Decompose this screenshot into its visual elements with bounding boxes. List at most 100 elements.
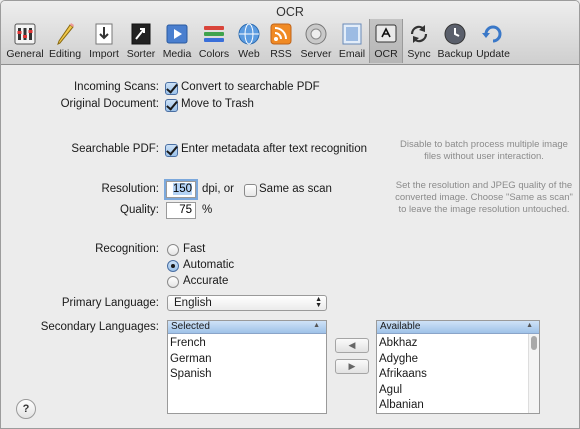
searchable-pdf-help-text: Disable to batch process multiple image … [400, 139, 568, 162]
selected-list-header[interactable]: Selected ▲ [168, 321, 326, 334]
toolbar-import[interactable]: Import [85, 19, 123, 63]
sync-icon [410, 25, 428, 43]
toolbar-colors[interactable]: Colors [195, 19, 233, 63]
list-item[interactable]: Afrikaans [377, 367, 539, 383]
recognition-accurate-label[interactable]: Accurate [183, 275, 228, 287]
toolbar-web[interactable]: Web [233, 19, 265, 63]
arrow-right-icon: ▶ [348, 361, 356, 371]
toolbar-general[interactable]: General [5, 19, 45, 63]
quality-field[interactable]: 75 [166, 202, 196, 219]
colors-icon [204, 26, 224, 42]
toolbar-label: Server [300, 48, 332, 60]
move-to-trash-label[interactable]: Move to Trash [181, 98, 254, 110]
toolbar-sorter[interactable]: Sorter [123, 19, 159, 63]
preferences-toolbar: General Editing Import Sorter Media Colo… [5, 19, 511, 63]
toolbar-rss[interactable]: RSS [265, 19, 297, 63]
available-list-header[interactable]: Available ▲ [377, 321, 539, 334]
move-to-trash-checkbox[interactable] [165, 99, 178, 112]
toolbar-label: Email [338, 48, 366, 60]
incoming-scans-label: Incoming Scans: [73, 81, 159, 93]
toolbar-label: Sorter [126, 48, 156, 60]
question-mark-icon: ? [22, 403, 30, 415]
original-document-label: Original Document: [60, 98, 159, 110]
toolbar-media[interactable]: Media [159, 19, 195, 63]
primary-language-value: English [174, 297, 212, 309]
general-icon [14, 23, 36, 45]
recognition-label: Recognition: [95, 243, 159, 255]
resolution-help-text: Set the resolution and JPEG quality of t… [395, 180, 573, 215]
ocr-icon [375, 24, 397, 43]
toolbar-email[interactable]: Email [335, 19, 369, 63]
primary-language-popup[interactable]: English ▲ ▼ [167, 295, 327, 311]
available-languages-list[interactable]: Available ▲ Abkhaz Adyghe Afrikaans Agul… [376, 320, 540, 414]
toolbar-backup[interactable]: Backup [435, 19, 475, 63]
list-item[interactable]: Abkhaz [377, 336, 539, 352]
rss-icon [270, 23, 292, 45]
remove-language-button[interactable]: ▶ [335, 359, 369, 374]
update-icon [482, 25, 502, 43]
same-as-scan-label[interactable]: Same as scan [259, 183, 332, 195]
searchable-pdf-label: Searchable PDF: [71, 143, 159, 155]
available-list-scrollbar[interactable] [528, 334, 539, 413]
email-icon [342, 23, 362, 45]
toolbar-sync[interactable]: Sync [403, 19, 435, 63]
enter-metadata-label[interactable]: Enter metadata after text recognition [181, 143, 367, 155]
same-as-scan-checkbox[interactable] [244, 184, 257, 197]
toolbar-label: Colors [198, 48, 230, 60]
add-language-button[interactable]: ◀ [335, 338, 369, 353]
enter-metadata-checkbox[interactable] [165, 144, 178, 157]
sort-ascending-icon: ▲ [313, 322, 320, 329]
help-button[interactable]: ? [16, 399, 36, 419]
primary-language-label: Primary Language: [61, 297, 159, 309]
toolbar-label: Web [238, 48, 260, 60]
toolbar-editing[interactable]: Editing [45, 19, 85, 63]
list-item[interactable]: Spanish [168, 367, 326, 383]
list-item[interactable]: German [168, 352, 326, 368]
recognition-fast-radio[interactable] [167, 244, 179, 256]
quality-unit: % [202, 204, 213, 216]
toolbar-server[interactable]: Server [297, 19, 335, 63]
recognition-accurate-radio[interactable] [167, 276, 179, 288]
recognition-automatic-label[interactable]: Automatic [183, 259, 234, 271]
resolution-field[interactable]: 150 [166, 181, 196, 198]
quality-label: Quality: [120, 204, 159, 216]
recognition-automatic-radio[interactable] [167, 260, 179, 272]
available-header-label: Available [380, 321, 421, 332]
sorter-icon [131, 23, 151, 45]
resolution-unit: dpi, or [202, 183, 234, 195]
convert-to-searchable-pdf-label[interactable]: Convert to searchable PDF [181, 81, 320, 93]
server-icon [305, 23, 327, 45]
toolbar-label: Media [162, 48, 192, 60]
media-icon [166, 24, 188, 44]
window-title: OCR [276, 5, 304, 19]
secondary-languages-label: Secondary Languages: [40, 321, 159, 333]
globe-icon [238, 23, 260, 45]
toolbar-label: OCR [374, 48, 398, 60]
pencil-icon [57, 23, 74, 45]
toolbar-ocr[interactable]: OCR [369, 19, 403, 63]
toolbar-label: Import [89, 48, 119, 60]
import-icon [95, 23, 113, 45]
preferences-window: OCR General Editing Import Sorter Media … [0, 0, 580, 429]
sort-ascending-icon: ▲ [526, 322, 533, 329]
toolbar-update[interactable]: Update [475, 19, 511, 63]
scrollbar-thumb[interactable] [531, 336, 537, 350]
convert-to-searchable-pdf-checkbox[interactable] [165, 82, 178, 95]
popup-arrows-icon: ▲ ▼ [315, 296, 322, 309]
titlebar: OCR General Editing Import Sorter Media … [1, 1, 579, 65]
toolbar-label: Backup [437, 48, 473, 60]
toolbar-label: Editing [48, 48, 82, 60]
arrow-left-icon: ◀ [348, 340, 356, 350]
list-item[interactable]: French [168, 336, 326, 352]
toolbar-label: Sync [407, 48, 431, 60]
list-item[interactable]: Adyghe [377, 352, 539, 368]
list-item[interactable]: Albanian [377, 398, 539, 413]
selected-languages-list[interactable]: Selected ▲ French German Spanish [167, 320, 327, 414]
list-item[interactable]: Agul [377, 383, 539, 399]
recognition-fast-label[interactable]: Fast [183, 243, 205, 255]
backup-icon [444, 23, 466, 45]
resolution-label: Resolution: [101, 183, 159, 195]
toolbar-label: Update [476, 48, 510, 60]
resolution-value: 150 [172, 183, 192, 195]
selected-header-label: Selected [171, 321, 210, 332]
